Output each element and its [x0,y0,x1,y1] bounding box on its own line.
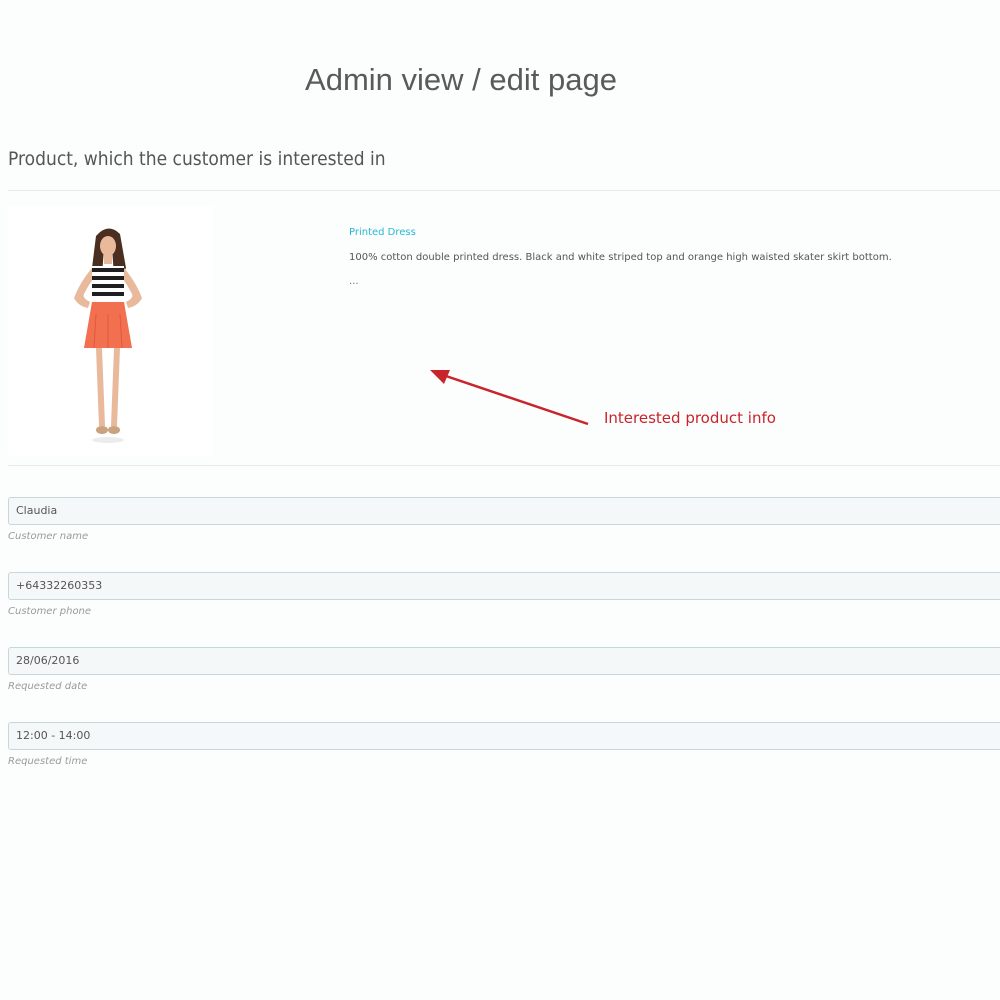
requested-time-help: Requested time [8,756,88,767]
customer-phone-help: Customer phone [8,606,92,617]
product-more-indicator: ... [349,276,359,287]
section-heading: Product, which the customer is intereste… [8,148,386,170]
customer-name-field: Claudia Customer name [8,497,1000,542]
product-description: 100% cotton double printed dress. Black … [349,252,892,263]
customer-name-input[interactable]: Claudia [8,497,1000,525]
annotation-label: Interested product info [604,409,776,427]
requested-time-input[interactable]: 12:00 - 14:00 [8,722,1000,750]
product-image [8,206,213,456]
page-title: Admin view / edit page [305,62,617,97]
requested-time-field: 12:00 - 14:00 Requested time [8,722,1000,767]
product-name-link[interactable]: Printed Dress [349,227,416,238]
customer-phone-input[interactable]: +64332260353 [8,572,1000,600]
customer-phone-field: +64332260353 Customer phone [8,572,1000,617]
requested-date-field: 28/06/2016 Requested date [8,647,1000,692]
arrow-icon [430,370,589,426]
section-divider-bottom [8,465,1000,466]
requested-date-help: Requested date [8,681,88,692]
section-divider-top [8,190,1000,191]
customer-name-help: Customer name [8,531,89,542]
requested-date-input[interactable]: 28/06/2016 [8,647,1000,675]
